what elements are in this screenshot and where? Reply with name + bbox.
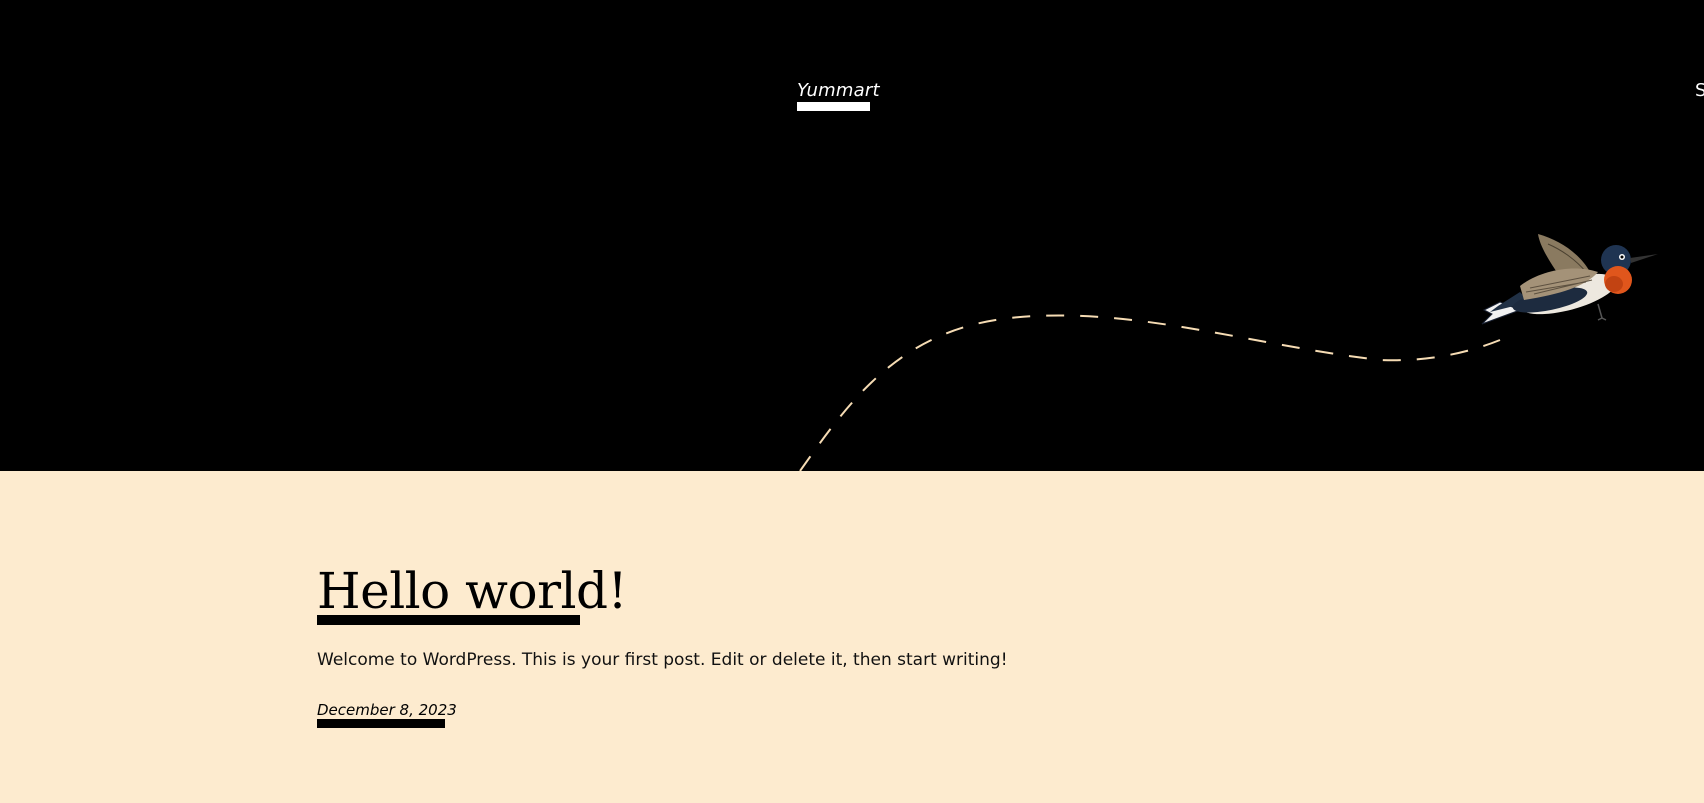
post-date-link[interactable]: December 8, 2023 <box>317 700 457 720</box>
flight-path <box>799 314 1501 471</box>
hero-illustration <box>799 234 1658 471</box>
page: Yummart S Hello world! Welcome to WordPr… <box>0 0 1704 803</box>
bird-flight-icon <box>1481 234 1658 325</box>
post-title-underline <box>317 615 580 625</box>
post-date-underline <box>317 719 445 728</box>
post-excerpt: Welcome to WordPress. This is your first… <box>317 650 1008 670</box>
site-header: Yummart S <box>0 0 1704 471</box>
